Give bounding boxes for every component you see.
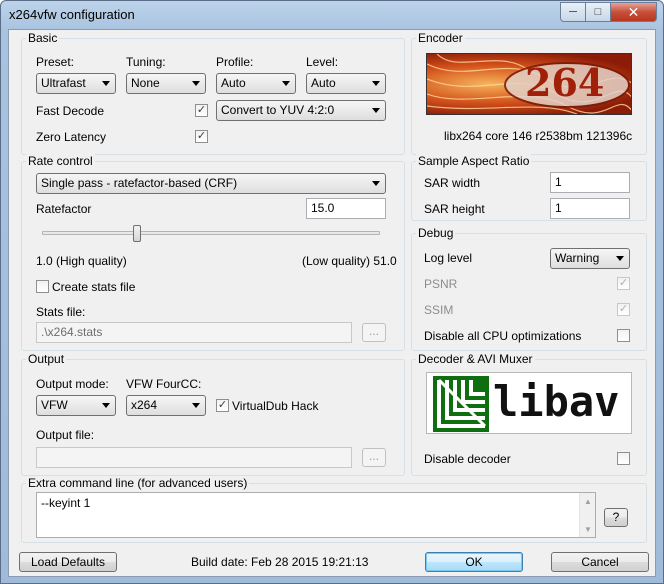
create-stats-checkbox[interactable] bbox=[36, 280, 49, 293]
check-icon: ✓ bbox=[618, 303, 629, 315]
extra-cmd-group-label: Extra command line (for advanced users) bbox=[26, 476, 250, 490]
rate-mode-combo[interactable]: Single pass - ratefactor-based (CRF) bbox=[36, 173, 386, 194]
close-icon: ✕ bbox=[627, 3, 640, 20]
sar-width-label: SAR width bbox=[424, 176, 481, 190]
x264-logo-text: 264 bbox=[525, 60, 605, 105]
encoder-version: libx264 core 146 r2538bm 121396c bbox=[444, 129, 633, 143]
stats-browse-button[interactable]: ... bbox=[362, 323, 386, 342]
ssim-label: SSIM bbox=[424, 303, 454, 317]
maximize-button[interactable]: □ bbox=[586, 2, 611, 22]
preset-combo[interactable]: Ultrafast bbox=[36, 73, 116, 94]
maximize-icon: □ bbox=[594, 6, 602, 18]
disable-decoder-checkbox[interactable] bbox=[617, 452, 630, 465]
debug-group: Debug Log level Warning PSNR ✓ SSIM ✓ Di… bbox=[411, 226, 647, 351]
minimize-button[interactable]: ─ bbox=[560, 2, 586, 22]
psnr-label: PSNR bbox=[424, 277, 458, 291]
decoder-group: Decoder & AVI Muxer libav Disable decode… bbox=[411, 352, 647, 476]
ratefactor-slider-thumb[interactable] bbox=[133, 225, 141, 242]
title-bar[interactable]: x264vfw configuration ─ □ ✕ bbox=[1, 1, 663, 29]
profile-label: Profile: bbox=[216, 55, 254, 69]
colorspace-combo[interactable]: Convert to YUV 4:2:0 bbox=[216, 100, 386, 121]
psnr-checkbox[interactable]: ✓ bbox=[617, 277, 630, 290]
dialog-client: Basic Preset: Ultrafast Tuning: None Pro… bbox=[8, 29, 656, 577]
extra-cmd-scrollbar[interactable]: ▲ ▼ bbox=[579, 493, 595, 537]
x264-logo: 264 bbox=[426, 53, 632, 115]
output-group: Output Output mode: VFW VFW FourCC: x264… bbox=[21, 352, 405, 476]
minimize-icon: ─ bbox=[569, 6, 577, 18]
output-group-label: Output bbox=[26, 352, 67, 366]
tuning-label: Tuning: bbox=[126, 55, 166, 69]
sar-group-label: Sample Aspect Ratio bbox=[416, 154, 532, 168]
disable-decoder-label: Disable decoder bbox=[424, 452, 511, 466]
scroll-down-icon: ▼ bbox=[584, 524, 592, 534]
create-stats-label: Create stats file bbox=[52, 280, 136, 294]
fast-decode-label: Fast Decode bbox=[36, 104, 105, 118]
vdub-hack-label: VirtualDub Hack bbox=[232, 399, 319, 413]
fourcc-combo[interactable]: x264 bbox=[126, 395, 206, 416]
build-date: Build date: Feb 28 2015 19:21:13 bbox=[191, 555, 369, 569]
output-browse-button[interactable]: ... bbox=[362, 448, 386, 467]
output-file-input[interactable] bbox=[36, 447, 352, 468]
ratefactor-slider-track[interactable] bbox=[42, 231, 380, 235]
log-level-combo[interactable]: Warning bbox=[550, 248, 630, 269]
vdub-hack-checkbox[interactable]: ✓ bbox=[216, 399, 229, 412]
debug-group-label: Debug bbox=[416, 226, 456, 240]
check-icon: ✓ bbox=[217, 399, 228, 411]
basic-group-label: Basic bbox=[26, 31, 60, 45]
ratefactor-label: Ratefactor bbox=[36, 202, 92, 216]
preset-label: Preset: bbox=[36, 55, 75, 69]
scroll-up-button[interactable]: ▲ bbox=[580, 493, 596, 509]
max-quality-label: (Low quality) 51.0 bbox=[302, 254, 397, 268]
sar-width-input[interactable]: 1 bbox=[550, 172, 630, 193]
zero-latency-label: Zero Latency bbox=[36, 130, 107, 144]
extra-cmd-textarea[interactable]: --keyint 1 ▲ ▼ bbox=[36, 492, 596, 538]
output-file-label: Output file: bbox=[36, 428, 95, 442]
check-icon: ✓ bbox=[196, 130, 207, 142]
sar-height-input[interactable]: 1 bbox=[550, 198, 630, 219]
cancel-button[interactable]: Cancel bbox=[551, 552, 649, 572]
level-combo[interactable]: Auto bbox=[306, 73, 386, 94]
config-window: x264vfw configuration ─ □ ✕ Basic Preset… bbox=[0, 0, 664, 584]
caption-buttons: ─ □ ✕ bbox=[560, 2, 657, 22]
help-button[interactable]: ? bbox=[604, 508, 628, 527]
check-icon: ✓ bbox=[196, 104, 207, 116]
scroll-down-button[interactable]: ▼ bbox=[580, 521, 596, 537]
basic-group: Basic Preset: Ultrafast Tuning: None Pro… bbox=[21, 31, 405, 155]
close-button[interactable]: ✕ bbox=[611, 2, 657, 22]
log-level-label: Log level bbox=[424, 251, 473, 265]
check-icon: ✓ bbox=[618, 277, 629, 289]
output-mode-label: Output mode: bbox=[36, 377, 109, 391]
profile-combo[interactable]: Auto bbox=[216, 73, 296, 94]
output-mode-combo[interactable]: VFW bbox=[36, 395, 116, 416]
load-defaults-button[interactable]: Load Defaults bbox=[19, 552, 117, 572]
tuning-combo[interactable]: None bbox=[126, 73, 206, 94]
scroll-up-icon: ▲ bbox=[584, 496, 592, 506]
sar-group: Sample Aspect Ratio SAR width 1 SAR heig… bbox=[411, 154, 647, 221]
disable-cpu-checkbox[interactable] bbox=[617, 329, 630, 342]
rate-control-group-label: Rate control bbox=[26, 154, 95, 168]
stats-file-input[interactable]: .\x264.stats bbox=[36, 322, 352, 343]
encoder-group-label: Encoder bbox=[416, 31, 465, 45]
stats-file-label: Stats file: bbox=[36, 305, 86, 319]
rate-control-group: Rate control Single pass - ratefactor-ba… bbox=[21, 154, 405, 351]
decoder-group-label: Decoder & AVI Muxer bbox=[416, 352, 535, 366]
libav-logo: libav bbox=[426, 372, 632, 434]
zero-latency-checkbox[interactable]: ✓ bbox=[195, 130, 208, 143]
ssim-checkbox[interactable]: ✓ bbox=[617, 303, 630, 316]
extra-cmd-text: --keyint 1 bbox=[41, 496, 91, 510]
ok-button[interactable]: OK bbox=[425, 552, 523, 572]
libav-logo-text: libav bbox=[493, 377, 620, 426]
disable-cpu-label: Disable all CPU optimizations bbox=[424, 329, 582, 343]
level-label: Level: bbox=[306, 55, 339, 69]
fast-decode-checkbox[interactable]: ✓ bbox=[195, 104, 208, 117]
extra-cmd-group: Extra command line (for advanced users) … bbox=[21, 476, 647, 543]
fourcc-label: VFW FourCC: bbox=[126, 377, 202, 391]
min-quality-label: 1.0 (High quality) bbox=[36, 254, 127, 268]
encoder-group: Encoder 264 libx264 core 146 r2538bm 121… bbox=[411, 31, 647, 155]
libav-logo-mark bbox=[433, 376, 489, 432]
window-title: x264vfw configuration bbox=[9, 7, 135, 22]
sar-height-label: SAR height bbox=[424, 202, 485, 216]
ratefactor-input[interactable]: 15.0 bbox=[306, 198, 386, 219]
